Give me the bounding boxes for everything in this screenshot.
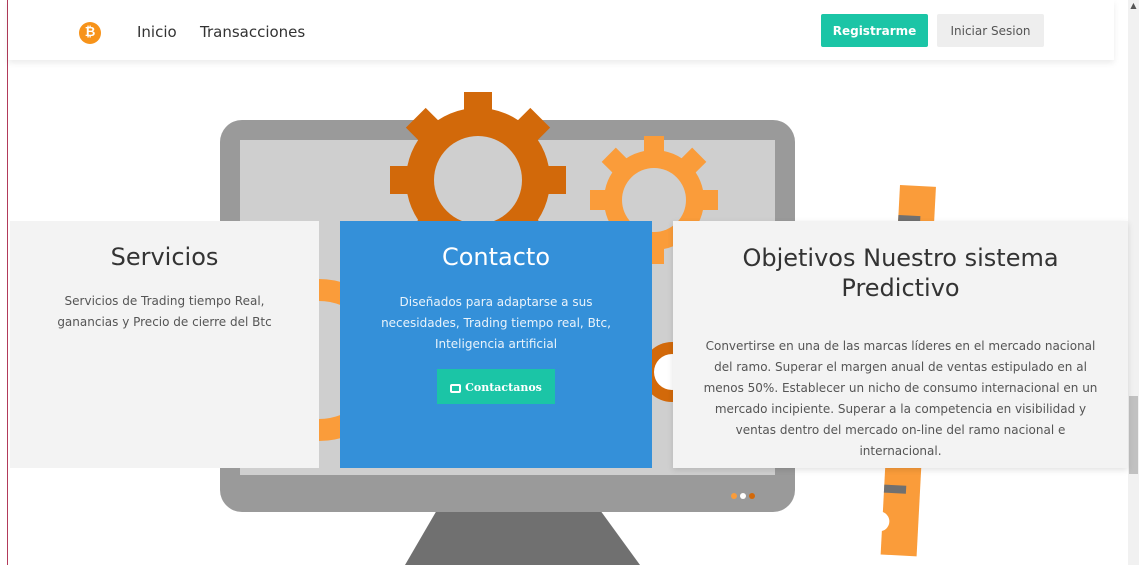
bitcoin-icon[interactable]: ₿: [79, 22, 101, 44]
goals-card: Objetivos Nuestro sistema Predictivo Con…: [673, 221, 1128, 468]
goals-text: Convertirse en una de las marcas líderes…: [703, 339, 1098, 458]
nav-link-inicio[interactable]: Inicio: [137, 23, 177, 41]
top-navbar: ₿ Inicio Transacciones Registrarme Inici…: [8, 0, 1114, 60]
services-card: Servicios Servicios de Trading tiempo Re…: [10, 221, 319, 468]
services-title: Servicios: [110, 243, 219, 271]
carousel-indicators: [731, 484, 758, 503]
contact-text: Diseñados para adaptarse a sus necesidad…: [381, 295, 611, 351]
carousel-dot[interactable]: [749, 493, 755, 499]
register-button[interactable]: Registrarme: [821, 14, 928, 47]
carousel-dot[interactable]: [740, 493, 746, 499]
contact-button-label: Contactanos: [465, 381, 542, 394]
contact-button[interactable]: Contactanos: [437, 369, 555, 404]
scroll-up-arrow-icon[interactable]: ▲: [1129, 2, 1138, 10]
nav-link-transacciones[interactable]: Transacciones: [200, 23, 305, 41]
services-text: Servicios de Trading tiempo Real, gananc…: [57, 294, 272, 329]
page-scrollbar[interactable]: ▲: [1128, 0, 1139, 565]
scroll-thumb[interactable]: [1129, 396, 1138, 474]
carousel-dot[interactable]: [731, 493, 737, 499]
contact-card: Contacto Diseñados para adaptarse a sus …: [340, 221, 652, 468]
login-button[interactable]: Iniciar Sesion: [937, 14, 1044, 47]
contact-title: Contacto: [441, 243, 551, 271]
goals-title: Objetivos Nuestro sistema Predictivo: [742, 244, 1059, 302]
envelope-icon: [450, 384, 462, 393]
